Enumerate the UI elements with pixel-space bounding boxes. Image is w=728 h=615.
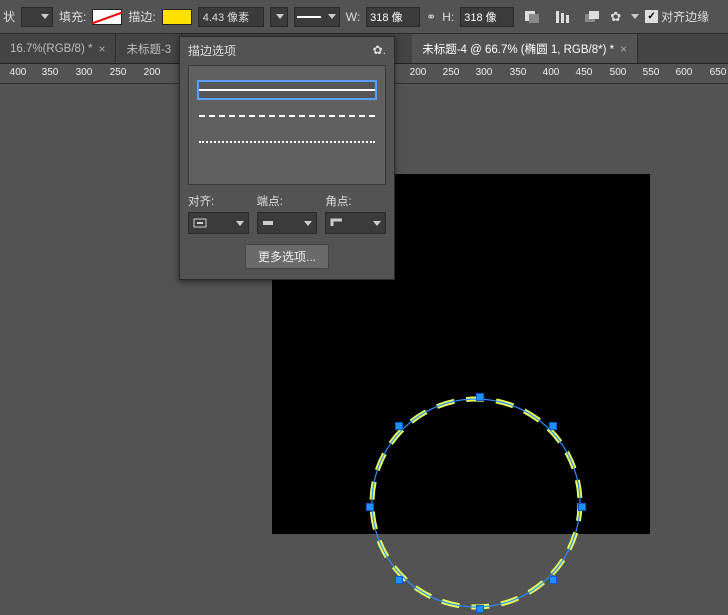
- ruler-tick: 600: [669, 67, 699, 78]
- ruler-tick: 650: [703, 67, 728, 78]
- stroke-caps-select[interactable]: [257, 212, 318, 234]
- corner-miter-icon: [330, 217, 344, 229]
- stroke-caps-label: 端点:: [257, 193, 318, 209]
- stroke-swatch[interactable]: [162, 9, 192, 25]
- stroke-label: 描边:: [128, 8, 155, 25]
- ruler-tick: 400: [536, 67, 566, 78]
- ruler-tick: 400: [3, 67, 33, 78]
- width-input[interactable]: [366, 7, 420, 27]
- height-label: H:: [442, 10, 454, 24]
- document-tab[interactable]: 未标题-3: [116, 34, 182, 63]
- path-ops-button[interactable]: [520, 6, 544, 28]
- ruler-tick: 300: [469, 67, 499, 78]
- cap-butt-icon: [262, 217, 276, 229]
- arrange-button[interactable]: [580, 6, 604, 28]
- ruler-tick: 500: [603, 67, 633, 78]
- link-wh-icon[interactable]: ⚭: [426, 10, 436, 24]
- gear-icon[interactable]: ✿: [610, 9, 621, 25]
- ruler-tick: 450: [569, 67, 599, 78]
- more-options-button[interactable]: 更多选项...: [245, 244, 329, 269]
- align-edges-label: 对齐边缘: [661, 8, 709, 25]
- document-tab[interactable]: 16.7%(RGB/8) * ×: [0, 34, 116, 63]
- stroke-align-select[interactable]: [188, 212, 249, 234]
- stroke-width-dropdown[interactable]: [270, 7, 288, 27]
- stroke-style-dropdown[interactable]: [294, 7, 340, 27]
- ruler-tick: 350: [503, 67, 533, 78]
- align-center-icon: [193, 217, 207, 229]
- align-button[interactable]: [550, 6, 574, 28]
- check-icon: ✓: [645, 10, 658, 23]
- shape-options-bar: 状 填充: 描边: W: ⚭ H: ✿ ✓ 对齐边缘: [0, 0, 728, 34]
- ruler-tick: 300: [69, 67, 99, 78]
- fill-swatch-none[interactable]: [92, 9, 122, 25]
- width-label: W:: [346, 10, 360, 24]
- ruler-tick: 550: [636, 67, 666, 78]
- stroke-preset-dotted[interactable]: [197, 132, 377, 152]
- ruler-tick: 200: [137, 67, 167, 78]
- ruler-tick: 250: [436, 67, 466, 78]
- stroke-preset-solid[interactable]: [197, 80, 377, 100]
- popover-title: 描边选项: [188, 42, 236, 59]
- height-input[interactable]: [460, 7, 514, 27]
- popover-gear-icon[interactable]: ✿.: [373, 43, 386, 57]
- stroke-corners-label: 角点:: [325, 193, 386, 209]
- gear-dropdown-chevron[interactable]: [631, 14, 639, 19]
- stroke-presets-list: [188, 65, 386, 185]
- stroke-width-input[interactable]: [198, 7, 264, 27]
- fill-label: 填充:: [59, 8, 86, 25]
- ruler-tick: 200: [403, 67, 433, 78]
- close-icon[interactable]: ×: [620, 42, 627, 56]
- tab-title: 未标题-4 @ 66.7% (椭圆 1, RGB/8*) *: [422, 41, 614, 57]
- ruler-tick: 250: [103, 67, 133, 78]
- shape-mode-dropdown[interactable]: [21, 7, 53, 27]
- stroke-options-popover: 描边选项 ✿. 对齐: 端点: 角点:: [179, 36, 395, 280]
- stroke-corners-select[interactable]: [325, 212, 386, 234]
- ruler-tick: 350: [35, 67, 65, 78]
- stroke-align-label: 对齐:: [188, 193, 249, 209]
- tab-title: 未标题-3: [126, 41, 171, 57]
- tab-title: 16.7%(RGB/8) *: [10, 43, 92, 55]
- shape-mode-label: 状: [3, 8, 15, 25]
- document-tab-active[interactable]: 未标题-4 @ 66.7% (椭圆 1, RGB/8*) * ×: [412, 34, 638, 63]
- ellipse-shape-selected[interactable]: [370, 397, 582, 609]
- align-edges-checkbox[interactable]: ✓ 对齐边缘: [645, 8, 709, 25]
- close-icon[interactable]: ×: [98, 42, 105, 56]
- stroke-preset-dashed[interactable]: [197, 106, 377, 126]
